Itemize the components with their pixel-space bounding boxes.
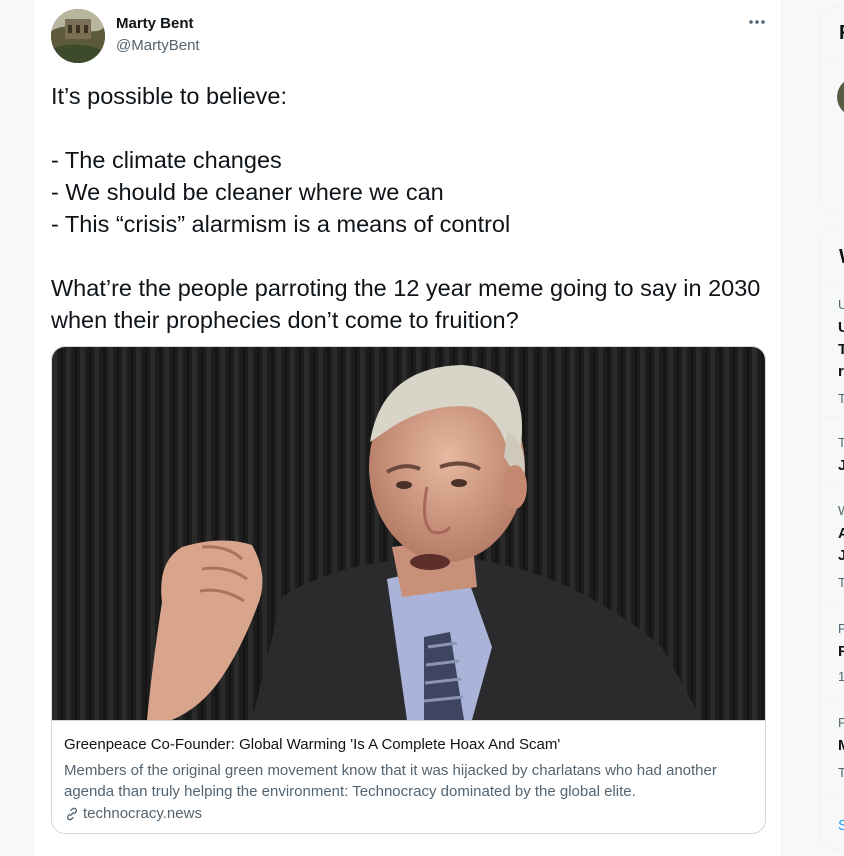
card-photo [52, 347, 765, 720]
trend-title: T [838, 341, 844, 358]
sidebar-box-follow: F [820, 7, 844, 212]
trend-context: U [838, 297, 844, 312]
sidebar-box-header: F [839, 22, 844, 45]
tweet-line: It’s possible to believe: [51, 83, 288, 109]
card-domain-text: technocracy.news [83, 805, 202, 822]
trend-title: M [838, 737, 844, 754]
show-more-link[interactable]: S [821, 798, 844, 848]
trend-item[interactable]: T J [821, 416, 844, 485]
card-image [52, 347, 765, 720]
trend-item[interactable]: W A J T [821, 486, 844, 603]
trend-count: 1 [838, 669, 844, 684]
tweet-line: What’re the people parroting the 12 year… [51, 275, 761, 333]
trend-title: r [838, 363, 844, 380]
trend-context: T [838, 435, 844, 450]
tweet-line: - This “crisis” alarmism is a means of c… [51, 211, 511, 237]
follow-suggestion[interactable] [821, 58, 844, 211]
card-description: Members of the original green movement k… [64, 762, 717, 800]
trend-context: P [838, 715, 844, 730]
trend-title: F [838, 643, 844, 660]
tweet-text: It’s possible to believe: - The climate … [51, 80, 766, 336]
avatar-image [51, 9, 105, 63]
trend-count: T [838, 575, 844, 590]
more-horizontal-icon [749, 20, 765, 24]
tweet-line: - The climate changes [51, 147, 282, 173]
tweet-column: Marty Bent @MartyBent It’s possible to b… [33, 0, 782, 856]
card-title[interactable]: Greenpeace Co-Founder: Global Warming 'I… [64, 736, 560, 753]
trend-title: J [838, 547, 844, 564]
show-more-text: S [838, 817, 844, 834]
trend-title: A [838, 525, 844, 542]
suggestion-avatar [837, 81, 844, 113]
trend-item[interactable]: P M T [821, 700, 844, 797]
trend-title: J [838, 457, 844, 474]
trend-title: U [838, 319, 844, 336]
sidebar-box-header: W [839, 246, 844, 269]
sidebar-box-trends: W U U T r T T J W A J T P F 1 P M T S [820, 229, 844, 849]
trend-item[interactable]: U U T r T [821, 282, 844, 415]
trend-context: P [838, 621, 844, 636]
author-handle[interactable]: @MartyBent [116, 37, 200, 54]
more-options-button[interactable] [746, 12, 768, 32]
trend-count: T [838, 765, 844, 780]
card-meta: Greenpeace Co-Founder: Global Warming 'I… [52, 720, 765, 833]
link-icon [67, 807, 77, 820]
author-name[interactable]: Marty Bent [116, 15, 194, 32]
trend-item[interactable]: P F 1 [821, 604, 844, 699]
tweet-line: - We should be cleaner where we can [51, 179, 444, 205]
avatar[interactable] [51, 9, 105, 63]
link-card[interactable]: Greenpeace Co-Founder: Global Warming 'I… [51, 346, 766, 834]
trend-count: T [838, 391, 844, 406]
trend-context: W [838, 503, 844, 518]
card-domain: technocracy.news [64, 805, 202, 822]
